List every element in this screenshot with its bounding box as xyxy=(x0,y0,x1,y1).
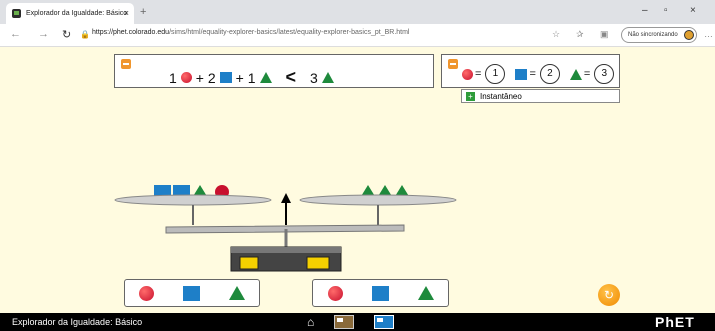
url-field[interactable]: https://phet.colorado.edu/sims/html/equa… xyxy=(92,29,410,36)
scale-base-top xyxy=(231,247,341,253)
sim-title: Explorador da Igualdade: Básico xyxy=(12,317,143,327)
sync-label: Não sincronizando xyxy=(628,32,678,38)
simulation-area: 1 + 2 + 1 < 3 = 1 = 2 = 3 + Instantâneo xyxy=(0,47,715,313)
square-item-button[interactable] xyxy=(371,285,389,301)
circle-item-button[interactable] xyxy=(139,285,155,301)
url-path: /sims/html/equality-explorer-basics/late… xyxy=(169,29,410,36)
screen-1-button[interactable] xyxy=(334,315,354,329)
balance-scale xyxy=(114,185,457,272)
phet-favicon-icon xyxy=(12,9,21,18)
minimize-button[interactable]: – xyxy=(642,5,648,16)
tilt-arrow-head xyxy=(281,193,291,203)
sim-navbar: Explorador da Igualdade: Básico ⌂ PhET xyxy=(0,313,715,331)
forward-icon[interactable]: → xyxy=(38,28,49,40)
left-item-tray xyxy=(124,279,260,307)
phet-logo[interactable]: PhET xyxy=(655,314,695,330)
collections-icon[interactable]: ▣ xyxy=(600,29,609,40)
more-icon[interactable]: … xyxy=(704,29,713,39)
new-tab-button[interactable]: + xyxy=(140,6,146,18)
window-close-button[interactable]: × xyxy=(690,5,696,16)
maximize-button[interactable]: ▫ xyxy=(664,5,668,16)
screen-2-button[interactable] xyxy=(374,315,394,329)
address-bar: ← → ↻ 🔒 https://phet.colorado.edu/sims/h… xyxy=(0,24,715,47)
sync-button[interactable]: Não sincronizando xyxy=(621,27,697,43)
scale-view-icon[interactable] xyxy=(306,256,330,270)
reset-icon[interactable]: ↻ xyxy=(598,284,620,306)
browser-tab[interactable]: Explorador da Igualdade: Básico × xyxy=(6,3,134,24)
triangle-item-button[interactable] xyxy=(228,286,245,300)
square-item-button[interactable] xyxy=(182,285,200,301)
triangle-item-button[interactable] xyxy=(417,286,434,300)
favorites-icon[interactable]: ✰ xyxy=(576,29,584,40)
right-plate xyxy=(299,194,457,206)
home-icon[interactable]: ⌂ xyxy=(307,315,314,329)
tab-close-icon[interactable]: × xyxy=(124,8,129,18)
avatar xyxy=(683,30,694,40)
url-host: https://phet.colorado.edu xyxy=(92,29,170,36)
back-icon[interactable]: ← xyxy=(10,28,21,40)
left-plate xyxy=(114,194,272,206)
lock-icon: 🔒 xyxy=(80,30,90,39)
star-icon[interactable]: ☆ xyxy=(552,29,560,40)
browser-tab-strip: Explorador da Igualdade: Básico × + – ▫ … xyxy=(0,0,715,24)
right-item-tray xyxy=(312,279,449,307)
lock-toggle-icon[interactable] xyxy=(239,256,259,270)
circle-item-button[interactable] xyxy=(327,285,343,301)
refresh-icon[interactable]: ↻ xyxy=(62,28,71,41)
tab-title: Explorador da Igualdade: Básico xyxy=(26,10,128,17)
